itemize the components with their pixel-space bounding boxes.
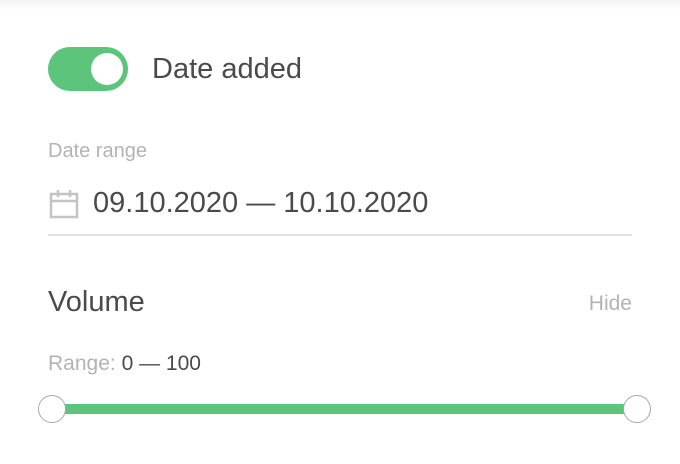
toggle-knob <box>91 53 123 85</box>
slider-selected-range <box>52 404 637 414</box>
volume-range-label: Range: <box>48 352 116 375</box>
slider-min-handle[interactable] <box>38 395 66 423</box>
date-added-label: Date added <box>152 53 302 85</box>
calendar-icon <box>49 190 79 219</box>
volume-title: Volume <box>48 286 145 318</box>
volume-hide-button[interactable]: Hide <box>589 290 632 318</box>
date-range-field[interactable]: 09.10.2020 — 10.10.2020 <box>48 176 632 236</box>
date-range-value: 09.10.2020 — 10.10.2020 <box>93 187 429 219</box>
volume-range-slider[interactable] <box>38 395 651 423</box>
date-added-toggle[interactable] <box>48 47 128 91</box>
volume-range-value: 0 — 100 <box>121 352 201 375</box>
top-edge-shadow <box>0 0 680 10</box>
slider-max-handle[interactable] <box>623 395 651 423</box>
date-range-label: Date range <box>48 140 147 162</box>
volume-range-text: Range: 0 — 100 <box>48 350 201 378</box>
